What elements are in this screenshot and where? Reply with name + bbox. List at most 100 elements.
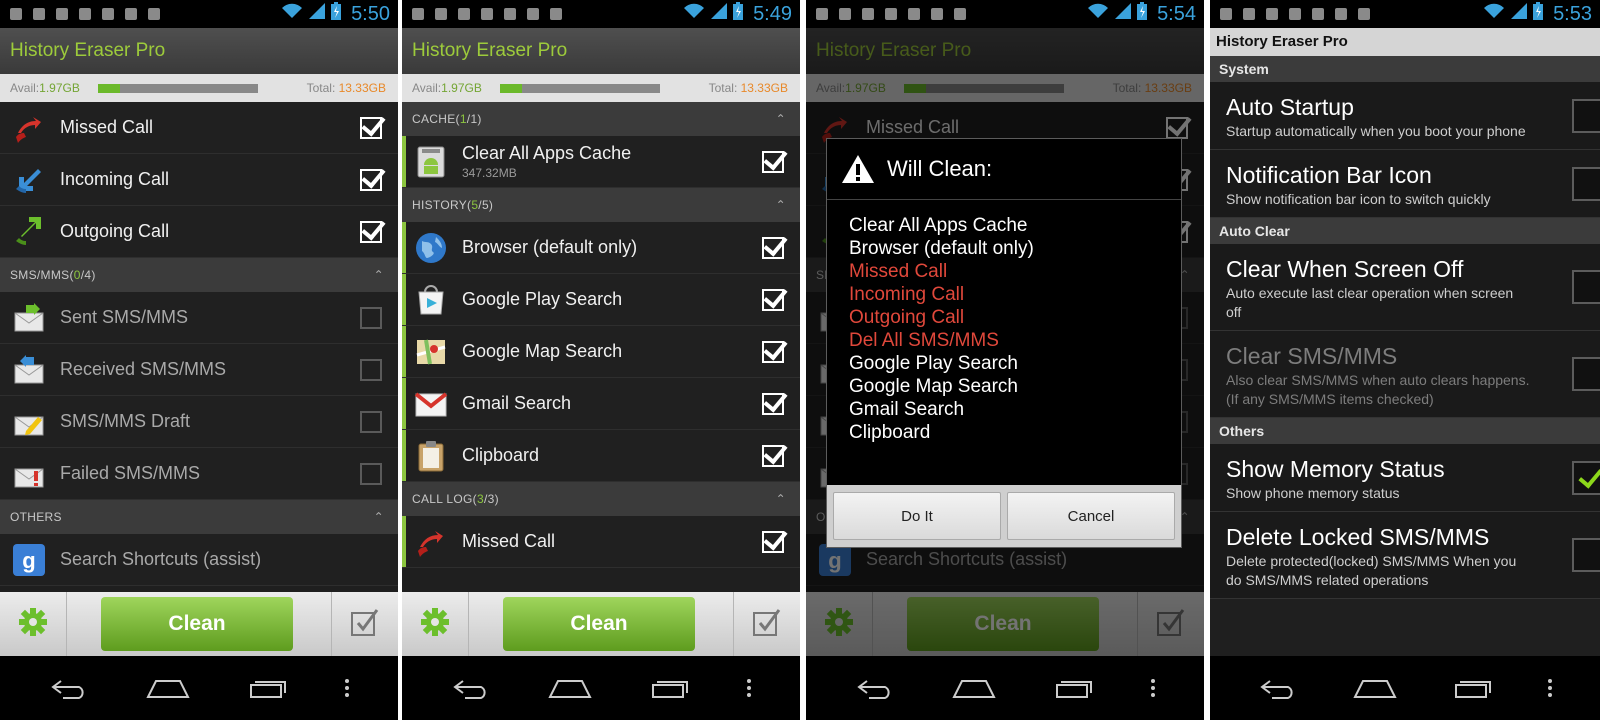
list-item[interactable]: Clipboard bbox=[402, 430, 800, 482]
settings-category: System bbox=[1210, 56, 1600, 82]
list-item[interactable]: Incoming Call bbox=[0, 154, 398, 206]
failed-sms-icon bbox=[12, 457, 46, 491]
settings-item[interactable]: Auto Startup Startup automatically when y… bbox=[1210, 82, 1600, 150]
back-icon[interactable] bbox=[451, 677, 491, 699]
item-checkbox[interactable] bbox=[360, 358, 382, 381]
status-bar: 5:54 bbox=[806, 0, 1204, 28]
list-item[interactable]: Failed SMS/MMS bbox=[0, 448, 398, 500]
section-header[interactable]: CACHE(1/1) ⌃ bbox=[402, 102, 800, 136]
item-checkbox[interactable] bbox=[360, 410, 382, 433]
list-item[interactable]: Google Map Search bbox=[402, 326, 800, 378]
android-icon bbox=[906, 6, 922, 22]
item-checkbox[interactable] bbox=[360, 220, 382, 243]
battery-charging-icon bbox=[1137, 2, 1148, 26]
item-checkbox[interactable] bbox=[360, 306, 382, 329]
settings-item[interactable]: Clear When Screen Off Auto execute last c… bbox=[1210, 244, 1600, 331]
clipboard-icon bbox=[414, 439, 448, 473]
item-checkbox[interactable] bbox=[762, 236, 784, 259]
android-debug-icon bbox=[410, 6, 426, 22]
item-label: Google Play Search bbox=[462, 289, 623, 309]
recent-apps-icon[interactable] bbox=[247, 677, 287, 699]
section-paren-close: ) bbox=[494, 492, 499, 506]
list-item[interactable]: Clear All Apps Cache 347.32MB bbox=[402, 136, 800, 188]
clean-item-list: Missed Call Incoming Call Outgoing Call SMS… bbox=[0, 102, 398, 586]
list-item[interactable]: Missed Call bbox=[0, 102, 398, 154]
sd-card-icon bbox=[1356, 6, 1372, 22]
item-checkbox[interactable] bbox=[762, 392, 784, 415]
list-item[interactable]: Received SMS/MMS bbox=[0, 344, 398, 396]
item-label: Clipboard bbox=[462, 445, 540, 465]
list-item[interactable]: Sent SMS/MMS bbox=[0, 292, 398, 344]
home-icon[interactable] bbox=[547, 677, 592, 699]
section-header[interactable]: CALL LOG(3/3) ⌃ bbox=[402, 482, 800, 516]
wifi-icon bbox=[683, 3, 705, 25]
settings-item[interactable]: Show Memory Status Show phone memory stat… bbox=[1210, 444, 1600, 512]
item-label: Received SMS/MMS bbox=[60, 359, 227, 379]
setting-checkbox[interactable] bbox=[1572, 98, 1600, 133]
list-item[interactable]: Browser (default only) bbox=[402, 222, 800, 274]
item-checkbox[interactable] bbox=[360, 462, 382, 485]
back-icon[interactable] bbox=[1258, 677, 1298, 699]
setting-checkbox[interactable] bbox=[1572, 460, 1600, 495]
settings-category: Others bbox=[1210, 418, 1600, 444]
setting-title: Clear SMS/MMS bbox=[1226, 343, 1398, 369]
overflow-menu-icon[interactable] bbox=[344, 678, 350, 698]
list-item[interactable]: Missed Call bbox=[402, 516, 800, 568]
check-all-button[interactable] bbox=[733, 592, 800, 656]
recent-apps-icon[interactable] bbox=[1452, 677, 1492, 699]
setting-title: Clear When Screen Off bbox=[1226, 256, 1464, 282]
section-header[interactable]: SMS/MMS(0/4)⌃ bbox=[0, 258, 398, 292]
collapse-icon: ⌃ bbox=[775, 492, 786, 506]
item-checkbox[interactable] bbox=[762, 288, 784, 311]
section-header[interactable]: OTHERS ⌃ bbox=[0, 500, 398, 534]
item-label: Clear All Apps Cache 347.32MB bbox=[462, 143, 762, 180]
total-label: Total: bbox=[306, 81, 339, 95]
list-item[interactable]: g Search Shortcuts (assist) bbox=[0, 534, 398, 586]
will-clean-dialog: Will Clean: Clear All Apps Cache Browser … bbox=[826, 138, 1182, 548]
sync-icon bbox=[1287, 6, 1303, 22]
overflow-menu-icon[interactable] bbox=[1547, 678, 1553, 698]
list-item[interactable]: Gmail Search bbox=[402, 378, 800, 430]
item-checkbox[interactable] bbox=[360, 116, 382, 139]
setting-checkbox[interactable] bbox=[1572, 166, 1600, 201]
back-icon[interactable] bbox=[49, 677, 89, 699]
bottom-action-bar: Clean bbox=[0, 592, 398, 656]
battery-100-icon bbox=[1264, 6, 1280, 22]
sms-draft-icon bbox=[12, 405, 46, 439]
list-item[interactable]: Google Play Search bbox=[402, 274, 800, 326]
setting-checkbox[interactable] bbox=[1572, 270, 1600, 304]
total-group: Total: 13.33GB bbox=[709, 81, 788, 95]
overflow-menu-icon[interactable] bbox=[1150, 678, 1156, 698]
settings-button[interactable] bbox=[402, 592, 469, 656]
setting-checkbox[interactable] bbox=[1572, 538, 1600, 572]
status-bar: 5:50 bbox=[0, 0, 398, 28]
item-checkbox[interactable] bbox=[762, 150, 784, 173]
list-item[interactable]: SMS/MMS Draft bbox=[0, 396, 398, 448]
home-icon[interactable] bbox=[951, 677, 996, 699]
recent-apps-icon[interactable] bbox=[1053, 677, 1093, 699]
overflow-menu-icon[interactable] bbox=[746, 678, 752, 698]
cancel-button[interactable]: Cancel bbox=[1007, 492, 1175, 540]
item-checkbox[interactable] bbox=[360, 168, 382, 191]
do-it-button[interactable]: Do It bbox=[833, 492, 1001, 540]
clean-button[interactable]: Clean bbox=[101, 597, 293, 651]
clean-button[interactable]: Clean bbox=[503, 597, 695, 651]
recent-apps-icon[interactable] bbox=[649, 677, 689, 699]
settings-button[interactable] bbox=[0, 592, 67, 656]
battery-100-icon bbox=[54, 6, 70, 22]
home-icon[interactable] bbox=[1352, 677, 1397, 699]
home-icon[interactable] bbox=[145, 677, 190, 699]
incoming-call-icon bbox=[12, 163, 46, 197]
item-checkbox[interactable] bbox=[762, 530, 784, 553]
list-item[interactable]: Outgoing Call bbox=[0, 206, 398, 258]
item-checkbox[interactable] bbox=[762, 340, 784, 363]
settings-item[interactable]: Delete Locked SMS/MMS Delete protected(lo… bbox=[1210, 512, 1600, 599]
signal-icon bbox=[711, 3, 728, 25]
item-checkbox[interactable] bbox=[762, 444, 784, 467]
collapse-icon: ⌃ bbox=[775, 198, 786, 212]
settings-item[interactable]: Notification Bar Icon Show notification b… bbox=[1210, 150, 1600, 218]
back-icon[interactable] bbox=[855, 677, 895, 699]
check-all-button[interactable] bbox=[331, 592, 398, 656]
section-header[interactable]: HISTORY(5/5) ⌃ bbox=[402, 188, 800, 222]
section-paren-close: ) bbox=[477, 112, 482, 126]
